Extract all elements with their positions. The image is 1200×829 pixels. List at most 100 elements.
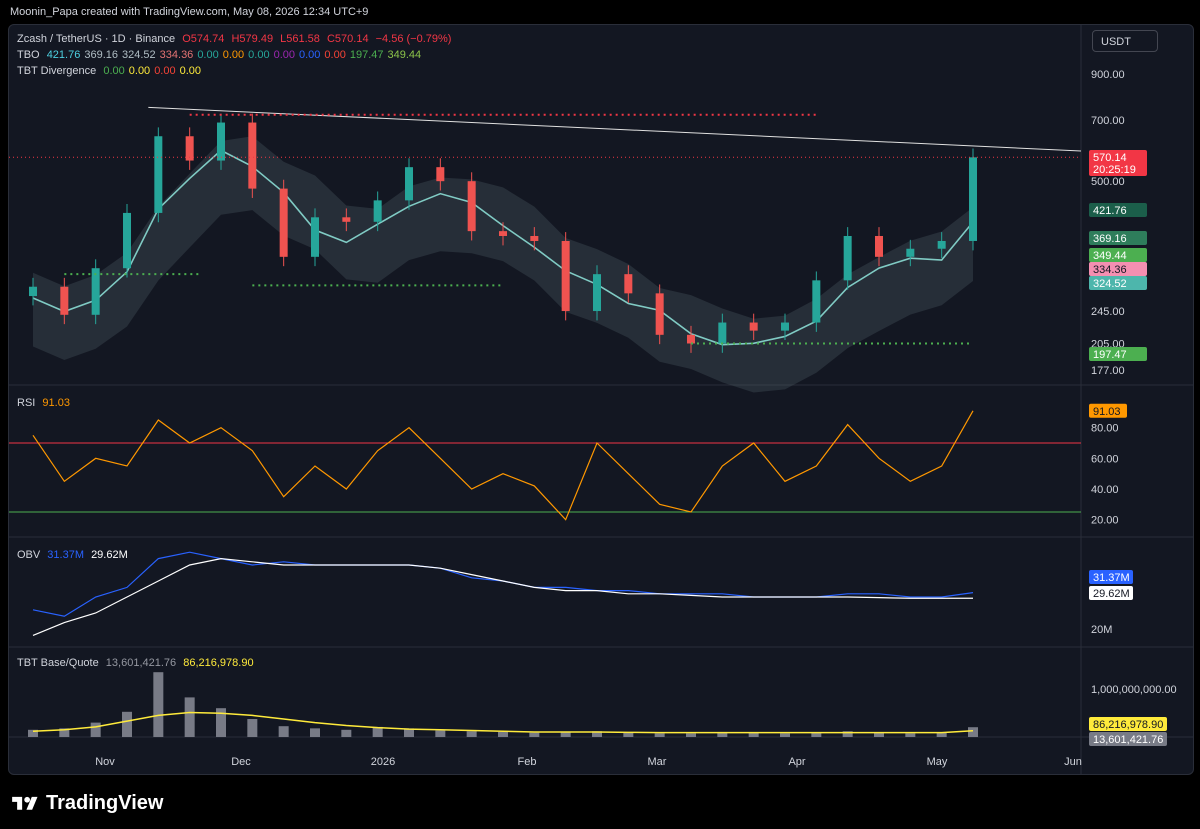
rsi-legend: RSI 91.03 [17, 397, 74, 409]
div-value-0: 0.00 [103, 65, 125, 77]
candle-body [154, 136, 163, 213]
volume-tick-label: 1,000,000,000.00 [1091, 684, 1177, 696]
rsi-tick-label: 40.00 [1091, 484, 1119, 496]
div-value-3: 0.00 [179, 65, 202, 77]
x-tick-label: Apr [788, 756, 805, 768]
currency-button[interactable]: USDT [1092, 30, 1158, 52]
x-tick-label: Jun [1064, 756, 1082, 768]
rsi-tick-label: 80.00 [1091, 423, 1119, 435]
cloud-band [33, 136, 973, 393]
candle-body [655, 293, 664, 335]
candle-body [812, 280, 821, 323]
candle-body [405, 167, 413, 201]
div-value-1: 0.00 [128, 65, 151, 77]
tbo-value-5: 0.00 [222, 49, 245, 61]
open-value: O574.74 [182, 33, 225, 45]
obv-ma-value: 29.62M [91, 549, 128, 561]
candle-body [436, 167, 445, 182]
tbo-value-10: 197.47 [349, 49, 384, 61]
volume-bar [686, 733, 696, 737]
price-label-text: 197.47 [1093, 349, 1127, 361]
currency-label: USDT [1101, 36, 1131, 48]
volume-bar [310, 728, 320, 737]
volume-bar [968, 727, 978, 737]
candle-body [311, 217, 319, 257]
x-tick-label: Mar [648, 756, 667, 768]
price-label-text: 570.14 [1093, 152, 1127, 164]
candle-body [561, 240, 570, 312]
chart-frame[interactable]: 900.00 700.00 500.00 245.00 205.00 177.00 570.… [8, 24, 1194, 775]
candle-body [749, 322, 758, 331]
volume-bar [122, 711, 132, 737]
candle-body [624, 274, 633, 294]
volume-ma-value-label: 86,216,978.90 [1093, 719, 1163, 731]
obv-value-label: 31.37M [1093, 572, 1130, 584]
volume-bar [184, 697, 195, 737]
candle-body [969, 157, 977, 241]
volume-bar [278, 726, 289, 737]
volume-ma-value: 86,216,978.90 [183, 657, 254, 669]
candle-body [906, 248, 915, 257]
price-tick-label: 900.00 [1091, 69, 1125, 81]
volume-name: TBT Base/Quote [17, 657, 99, 669]
tbo-value-2: 324.52 [122, 49, 156, 61]
obv-name: OBV [17, 549, 41, 561]
tbo-value-7: 0.00 [273, 49, 295, 61]
tbo-value-9: 0.00 [324, 49, 346, 61]
x-tick-label: May [927, 756, 948, 768]
candle-body [499, 231, 507, 236]
main-legend: Zcash / TetherUS · 1D · Binance O574.74 … [17, 33, 455, 45]
obv-ma-value-label: 29.62M [1093, 588, 1130, 600]
price-label-text: 369.16 [1093, 233, 1127, 245]
volume-bar [498, 731, 508, 737]
candle-body [593, 274, 601, 312]
tbo-value-3: 334.36 [159, 49, 194, 61]
footer: TradingView [0, 776, 1200, 829]
symbol-label: Zcash / TetherUS · 1D · Binance [17, 33, 176, 45]
obv-value: 31.37M [47, 549, 84, 561]
change-value: −4.56 (−0.79%) [375, 33, 452, 45]
obv-ma-line [32, 557, 974, 636]
x-tick-label: Dec [231, 756, 251, 768]
volume-ma-line [32, 711, 974, 734]
volume-bar [341, 729, 352, 737]
volume-legend: TBT Base/Quote 13,601,421.76 86,216,978.… [17, 657, 258, 669]
volume-bar [247, 719, 258, 737]
tbo-value-1: 369.16 [84, 49, 118, 61]
price-tick-label: 245.00 [1091, 306, 1125, 318]
volume-bar [560, 731, 571, 737]
rsi-name: RSI [17, 397, 36, 409]
rsi-tick-label: 20.00 [1091, 515, 1119, 527]
rsi-tick-label: 60.00 [1091, 453, 1119, 465]
volume-bar [623, 732, 634, 737]
tbo-value-11: 349.44 [387, 49, 422, 61]
divergence-name: TBT Divergence [17, 65, 97, 77]
candle-body [29, 286, 37, 297]
volume-bar [90, 722, 101, 737]
brand-label: TradingView [46, 792, 164, 814]
candle-body [342, 217, 351, 222]
candle-body [530, 235, 539, 241]
candle-body [937, 240, 946, 249]
tradingview-logo-icon [12, 796, 38, 810]
candle-body [781, 322, 789, 331]
tbo-value-0: 421.76 [46, 49, 81, 61]
volume-bar [529, 732, 540, 737]
x-tick-label: Feb [518, 756, 537, 768]
candle-body [60, 286, 69, 315]
candle-body [91, 268, 100, 315]
candle-body [687, 334, 695, 344]
candle-body [217, 122, 225, 161]
price-label-text: 421.76 [1093, 205, 1127, 217]
tradingview-logo[interactable]: TradingView [10, 792, 163, 815]
volume-bar [153, 672, 164, 737]
tbo-legend: TBO 421.76 369.16 324.52 334.36 0.00 0.00 0.00… [17, 49, 425, 61]
candle-body [123, 212, 131, 269]
volume-bar [466, 731, 477, 737]
tbo-value-4: 0.00 [197, 49, 219, 61]
high-value: H579.49 [231, 33, 274, 45]
attribution-text: Moonin_Papa created with TradingView.com… [10, 6, 369, 18]
rsi-value: 91.03 [42, 397, 70, 409]
x-tick-label: Nov [95, 756, 115, 768]
rsi-value-label: 91.03 [1093, 406, 1121, 418]
